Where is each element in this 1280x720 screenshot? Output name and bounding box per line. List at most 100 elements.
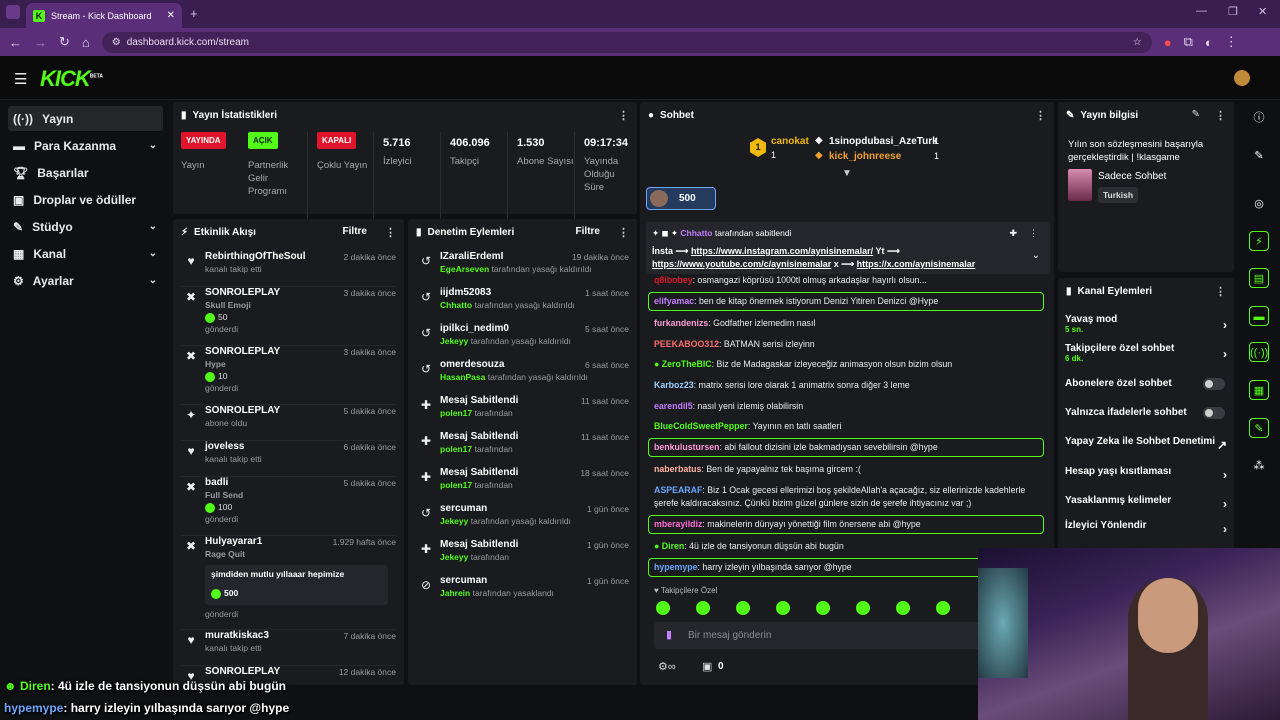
- chat-icon[interactable]: ▬: [1249, 306, 1269, 326]
- activity-user[interactable]: joveless: [205, 441, 244, 452]
- moderation-target[interactable]: sercuman: [440, 503, 487, 514]
- extension-icon[interactable]: ●: [1164, 35, 1172, 50]
- moderation-target[interactable]: omerdesouza: [440, 359, 504, 370]
- emote-icon[interactable]: [736, 601, 750, 615]
- gift-icon[interactable]: ▣: [702, 660, 712, 673]
- broadcast-icon[interactable]: ((·)): [1249, 342, 1269, 362]
- info-icon[interactable]: ⓘ: [1249, 108, 1269, 128]
- leader-name[interactable]: canokat: [771, 136, 809, 147]
- unpin-icon[interactable]: ✚: [1009, 228, 1017, 239]
- bookmark-star-icon[interactable]: ☆: [1133, 37, 1142, 48]
- activity-row[interactable]: ✖ SONROLEPLAY 3 dakika önce Hype 10 gönderdi: [181, 346, 396, 405]
- browser-menu-icon[interactable]: ⋮: [1225, 34, 1238, 50]
- activity-user[interactable]: muratkiskac3: [205, 630, 269, 641]
- home-icon[interactable]: ⌂: [82, 35, 90, 50]
- activity-row[interactable]: ✖ SONROLEPLAY 3 dakika önce Skull Emoji 50 gö…: [181, 287, 396, 346]
- chat-username[interactable]: q8ibobey: [654, 275, 693, 285]
- kick-logo[interactable]: KICKBETA: [40, 66, 103, 92]
- activity-user[interactable]: Hulyayarar1: [205, 536, 262, 547]
- moderator-name[interactable]: HasanPasa: [440, 372, 485, 382]
- new-tab-icon[interactable]: +: [190, 6, 198, 21]
- channel-action-row[interactable]: Takipçilere özel sohbet 6 dk. ›: [1065, 343, 1233, 365]
- user-avatar[interactable]: [1234, 70, 1250, 86]
- apps-icon[interactable]: ⁂: [1249, 456, 1269, 476]
- browser-tab[interactable]: K Stream - Kick Dashboard ✕: [26, 3, 182, 28]
- activity-row[interactable]: ✦ SONROLEPLAY 5 dakika önce abone oldu: [181, 405, 396, 441]
- chat-username[interactable]: ASPEARAF: [654, 485, 702, 495]
- chat-username[interactable]: naberbatus: [654, 464, 701, 474]
- sidebar-item-droplar[interactable]: ▣ Droplar ve ödüller: [8, 187, 163, 212]
- extensions-puzzle-icon[interactable]: ⧉: [1184, 34, 1193, 50]
- moderator-name[interactable]: polen17: [440, 444, 472, 454]
- activity-row[interactable]: ♥ RebirthingOfTheSoul 2 dakika önce kanalı …: [181, 251, 396, 287]
- sidebar-item-kanal[interactable]: ▦ Kanal ⌄: [8, 241, 163, 266]
- moderation-target[interactable]: ipilkci_nedim0: [440, 323, 509, 334]
- chat-input[interactable]: ▮ Bir mesaj gönderin: [654, 622, 984, 649]
- chat-message[interactable]: elifyamac: ben de kitap önermek istiyoru…: [648, 292, 1044, 311]
- sidebar-item-studyo[interactable]: ✎ Stüdyo ⌄: [8, 214, 163, 239]
- chat-username[interactable]: elifyamac: [654, 296, 694, 306]
- activity-row[interactable]: ✖ Hulyayarar1 1.929 hafta önce Rage Quit şim…: [181, 536, 396, 630]
- instagram-link[interactable]: https://www.instagram.com/aynisinemalar/: [691, 246, 873, 256]
- moderator-name[interactable]: Jekeyy: [440, 552, 468, 562]
- chevron-down-icon[interactable]: ⌄: [1032, 250, 1040, 261]
- hamburger-menu-icon[interactable]: ☰: [14, 70, 27, 88]
- chat-message[interactable]: furkandenizs: Godfather izlemedim nasıl: [648, 317, 1044, 330]
- moderation-row[interactable]: ⊘ sercuman 1 gün önce Jahrein tarafından ya…: [416, 575, 629, 611]
- moderator-name[interactable]: EgeArseven: [440, 264, 489, 274]
- moderation-target[interactable]: Mesaj Sabitlendi: [440, 395, 518, 406]
- chat-username[interactable]: earendil5: [654, 401, 693, 411]
- chat-username[interactable]: BlueColdSweetPepper: [654, 421, 748, 431]
- notes-icon[interactable]: ▤: [1249, 268, 1269, 288]
- x-link[interactable]: https://x.com/aynisinemalar: [857, 259, 976, 269]
- activity-user[interactable]: SONROLEPLAY: [205, 346, 280, 357]
- emote-icon[interactable]: [936, 601, 950, 615]
- moderation-row[interactable]: ✚ Mesaj Sabitlendi 11 saat önce polen17 tar…: [416, 395, 629, 431]
- maximize-icon[interactable]: ❐: [1228, 5, 1238, 18]
- moderator-name[interactable]: Chhatto: [440, 300, 472, 310]
- expand-leaderboard-icon[interactable]: ▼: [842, 168, 852, 179]
- activity-row[interactable]: ✖ badli 5 dakika önce Full Send 100 gönderdi: [181, 477, 396, 536]
- edit-icon[interactable]: ✎: [1192, 109, 1200, 120]
- activity-user[interactable]: badli: [205, 477, 228, 488]
- activity-row[interactable]: ♥ joveless 6 dakika önce kanalı takip etti: [181, 441, 396, 477]
- moderation-row[interactable]: ↺ iijdm52083 1 saat önce Chhatto tarafından…: [416, 287, 629, 323]
- channel-action-row[interactable]: İzleyici Yönlendir ›: [1065, 520, 1233, 542]
- wrench-icon[interactable]: ✎: [1249, 418, 1269, 438]
- chat-username[interactable]: mberayildiz: [654, 519, 702, 529]
- url-field[interactable]: ⚙ dashboard.kick.com/stream ☆: [101, 31, 1152, 53]
- chat-username[interactable]: furkandenizs: [654, 318, 708, 328]
- filter-button[interactable]: Filtre: [343, 226, 367, 237]
- moderation-row[interactable]: ↺ ipilkci_nedim0 5 saat önce Jekeyy tarafın…: [416, 323, 629, 359]
- activity-row[interactable]: ♥ muratkiskac3 7 dakika önce kanalı takip e…: [181, 630, 396, 666]
- emote-icon[interactable]: [696, 601, 710, 615]
- emote-icon[interactable]: [816, 601, 830, 615]
- category-thumbnail[interactable]: [1068, 169, 1092, 201]
- sidebar-item-ayarlar[interactable]: ⚙ Ayarlar ⌄: [8, 268, 163, 293]
- moderator-name[interactable]: Jekeyy: [440, 516, 468, 526]
- moderation-target[interactable]: Mesaj Sabitlendi: [440, 539, 518, 550]
- pinned-by[interactable]: Chhatto: [680, 228, 712, 238]
- moderation-target[interactable]: IZaraliErdemI: [440, 251, 503, 262]
- emote-icon[interactable]: [656, 601, 670, 615]
- layout-icon[interactable]: ▦: [1249, 380, 1269, 400]
- channel-action-row[interactable]: Yapay Zeka ile Sohbet Denetimi ↗: [1065, 436, 1233, 458]
- sidebar-item-yayin[interactable]: ((·)) Yayın: [8, 106, 163, 131]
- channel-action-row[interactable]: Hesap yaşı kısıtlaması ›: [1065, 466, 1233, 488]
- back-icon[interactable]: ←: [9, 35, 22, 50]
- more-options-icon[interactable]: ⋮: [1215, 109, 1226, 122]
- category-name[interactable]: Sadece Sohbet: [1098, 171, 1166, 182]
- emote-icon[interactable]: [776, 601, 790, 615]
- chat-message[interactable]: ● ZeroTheBIC: Biz de Madagaskar izleyece…: [648, 358, 1044, 371]
- moderation-row[interactable]: ✚ Mesaj Sabitlendi 18 saat önce polen17 tar…: [416, 467, 629, 503]
- moderation-target[interactable]: sercuman: [440, 575, 487, 586]
- tab-list-icon[interactable]: [6, 5, 20, 19]
- chat-message[interactable]: earendil5: nasıl yeni izlemiş olabilirsi…: [648, 400, 1044, 413]
- moderation-target[interactable]: Mesaj Sabitlendi: [440, 431, 518, 442]
- more-options-icon[interactable]: ⋮: [1035, 109, 1046, 122]
- more-options-icon[interactable]: ⋮: [618, 226, 629, 239]
- moderation-row[interactable]: ✚ Mesaj Sabitlendi 1 gün önce Jekeyy tarafı…: [416, 539, 629, 575]
- emote-icon[interactable]: [896, 601, 910, 615]
- chat-message[interactable]: mberayildiz: makinelerin dünyayı yönetti…: [648, 515, 1044, 534]
- more-options-icon[interactable]: ⋮: [1029, 228, 1038, 239]
